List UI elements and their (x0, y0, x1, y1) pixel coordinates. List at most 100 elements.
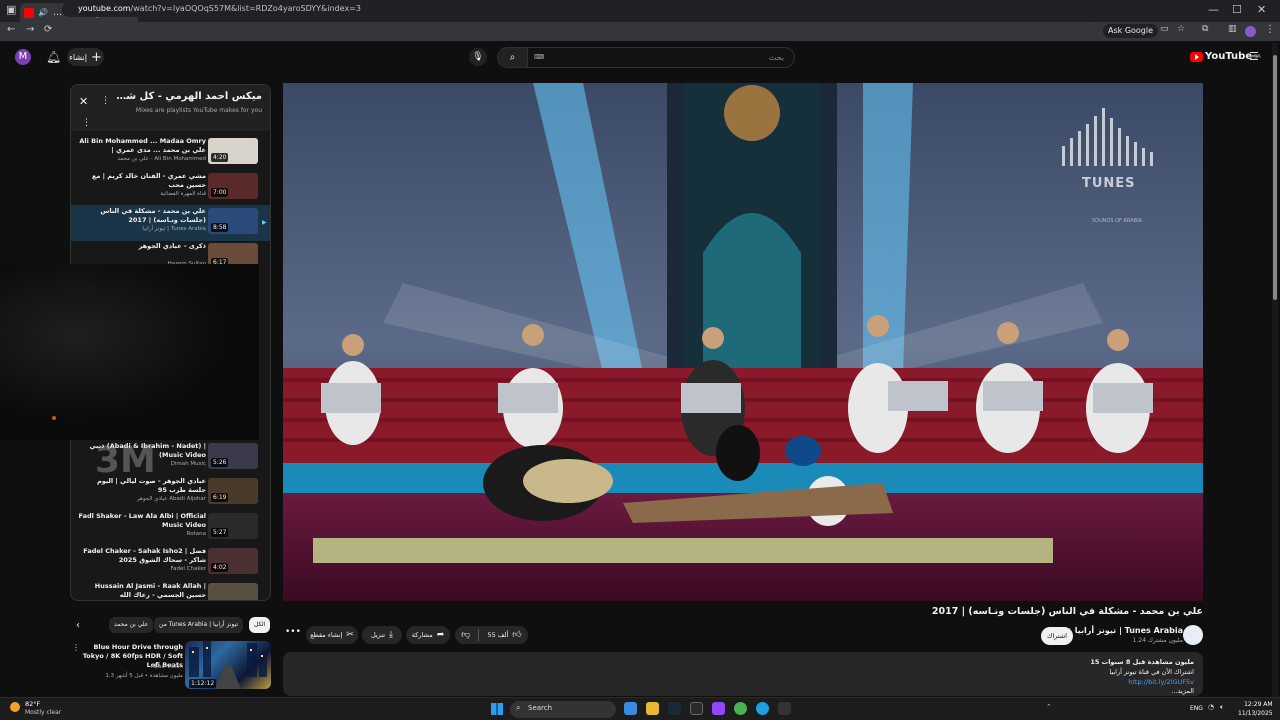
playlist-item-channel: تيونز أرابيا | Tunes Arabia (142, 226, 206, 232)
cast-icon[interactable]: ▭ (1160, 24, 1169, 34)
channel-avatar[interactable] (1183, 625, 1203, 645)
profile-icon[interactable] (1245, 26, 1256, 37)
playlist-item-duration: 4:20 (211, 153, 229, 162)
playlist-item-duration: 4:02 (211, 563, 229, 572)
playlist-title[interactable]: ميكس أحمد الهرمي - كل شيء (112, 91, 262, 102)
weather-temp[interactable]: 82°F (25, 700, 40, 708)
playlist-item[interactable]: Fadel Chaker - Sahak Isho2 | فضل شاكر - … (71, 545, 270, 581)
window-close-icon[interactable]: ✕ (1257, 3, 1266, 16)
tab-menu-icon[interactable]: ▣ (6, 3, 16, 16)
playlist-item-duration: 5:26 (211, 458, 229, 467)
voice-search-mic-icon[interactable]: 🎙︎ (469, 48, 487, 66)
volume-icon[interactable]: 🔈︎ (1220, 703, 1224, 712)
twitch-icon[interactable] (712, 702, 725, 715)
edge-icon[interactable] (756, 702, 769, 715)
subscriber-count: 1.24 مليون مشترك (1132, 637, 1183, 644)
sidebar-icon[interactable]: ▥ (1228, 24, 1237, 34)
forward-icon[interactable]: → (26, 24, 34, 35)
tray-overflow-icon[interactable]: ⌃ (1046, 703, 1052, 711)
taskbar-search-icon: ⌕ (516, 703, 521, 712)
like-icon[interactable]: 👍︎ (512, 630, 521, 640)
playlist-item[interactable]: Fadl Shaker - Law Ala Albi | Official Mu… (71, 510, 270, 546)
chip-all[interactable]: الكل (249, 617, 271, 633)
playlist-item-channel: عبادي الجوهر Abadi Aljohar (136, 496, 206, 502)
ask-google-button[interactable]: Ask Google (1103, 24, 1159, 38)
playlist-more-icon[interactable]: ⋮ (101, 96, 110, 106)
playlist-item-title: مشي عمري - الفنان خالد كريم | مع حسين مح… (91, 172, 206, 189)
description-link[interactable]: http://bit.ly/2lGUF5v (1128, 678, 1194, 686)
playlist-item[interactable]: علي بن محمد - مشكلة في الناس (جلسات ونـا… (71, 205, 270, 241)
recommended-video[interactable]: 1:12:12 Blue Hour Drive through Tokyo / … (70, 641, 271, 693)
playlist-item-thumbnail[interactable] (208, 583, 258, 600)
like-separator (478, 629, 480, 641)
create-label: إنشاء (69, 52, 87, 62)
playlist-subtitle: Mixes are playlists YouTube makes for yo… (135, 107, 262, 114)
chips-next-icon[interactable]: ‹ (76, 620, 80, 631)
windows-taskbar: 82°F Mostly clear ⌕ Search ⌃ ◔ 🔈︎ ENG 12… (0, 697, 1280, 720)
bookmark-star-icon[interactable]: ☆ (1177, 24, 1185, 34)
network-icon[interactable]: ◔ (1208, 703, 1214, 711)
extensions-icon[interactable]: ⧉ (1202, 24, 1208, 34)
youtube-favicon-icon (24, 7, 34, 18)
keyboard-icon[interactable]: ⌨ (534, 53, 544, 61)
taskbar-search[interactable]: ⌕ Search (510, 701, 616, 718)
playlist-item-channel: Rotana (186, 531, 206, 537)
taskbar-search-label: Search (528, 704, 553, 712)
webcam-light (52, 416, 56, 420)
url-field[interactable]: youtube.com/watch?v=lyaOQOqS57M&list=RDZ… (62, 2, 1097, 17)
playlist-item-duration: 6:19 (211, 493, 229, 502)
playlist-item-title: Hussain Al Jasmi - Raak Allah | حسين الج… (94, 582, 206, 599)
maximize-icon[interactable]: ☐ (1232, 3, 1242, 16)
chrome-icon[interactable] (734, 702, 747, 715)
minimize-icon[interactable]: — (1208, 3, 1219, 16)
download-button[interactable]: تنزيل ⤓ (362, 626, 402, 644)
chrome-active-icon[interactable] (690, 702, 703, 715)
playlist-item-duration: 8:58 (211, 223, 229, 232)
more-actions-icon[interactable]: ••• (285, 627, 301, 637)
recommended-more-icon[interactable]: ⋮ (72, 643, 80, 652)
share-button[interactable]: مشاركة ➦ (406, 626, 450, 644)
search-icon[interactable]: ⌕ (498, 48, 528, 67)
like-count[interactable]: 55 ألف (487, 631, 508, 639)
subscribe-button[interactable]: اشتراك (1041, 627, 1073, 645)
playlist-close-icon[interactable]: ✕ (79, 95, 88, 108)
browser-menu-icon[interactable]: ⋮ (1265, 24, 1275, 35)
youtube-play-icon (1190, 51, 1203, 62)
search-box[interactable]: ⌕ ⌨ بحث (497, 47, 795, 68)
file-explorer-icon[interactable] (646, 702, 659, 715)
page-scrollbar[interactable] (1272, 43, 1278, 698)
terminal-icon[interactable] (778, 702, 791, 715)
copilot-icon[interactable] (624, 702, 637, 715)
scrollbar-thumb[interactable] (1273, 55, 1277, 300)
scissors-icon: ✂ (346, 630, 354, 640)
audio-icon[interactable]: 🔊 (38, 8, 48, 17)
playlist-item-channel: علي بن محمد - Ali Bin Mohammed (117, 156, 206, 162)
clip-button[interactable]: إنشاء مقطع ✂ (306, 626, 358, 644)
webcam-feed (0, 264, 259, 440)
playlist-actions-icon[interactable]: ⋮ (82, 118, 91, 128)
description-line: اشتراك الآن في قناة تيونز أرابيا (1109, 668, 1194, 676)
weather-moon-icon[interactable] (10, 702, 20, 712)
playlist-item-title: Fadel Chaker - Sahak Isho2 | فضل شاكر - … (83, 547, 206, 564)
chip-ali-bin-mohammed[interactable]: علي بن محمد (109, 617, 154, 633)
dislike-icon[interactable]: 👎︎ (461, 630, 470, 640)
account-avatar[interactable]: M (15, 49, 31, 65)
recommended-channel[interactable]: Abao Vision (80, 664, 183, 670)
steam-icon[interactable] (668, 702, 681, 715)
language-indicator[interactable]: ENG (1190, 705, 1203, 712)
system-clock[interactable]: 12:29 AM 11/13/2025 (1238, 700, 1273, 718)
chip-from-channel[interactable]: من Tunes Arabia | تيونز أرابيا (154, 617, 244, 633)
channel-name[interactable]: ✓ تيونز أرابيا | Tunes Arabia (1065, 626, 1183, 635)
playlist-item[interactable]: مشي عمري - الفنان خالد كريم | مع حسين مح… (71, 170, 270, 206)
create-button[interactable]: إنشاء + (67, 48, 104, 66)
back-icon[interactable]: ← (7, 24, 15, 35)
guide-menu-icon[interactable]: ☰ (1249, 50, 1259, 63)
windows-start-icon[interactable] (491, 703, 503, 715)
notifications-bell-icon[interactable]: 🔔︎ (46, 50, 61, 64)
reload-icon[interactable]: ⟳ (44, 24, 52, 35)
playlist-item[interactable]: Hussain Al Jasmi - Raak Allah | حسين الج… (71, 580, 270, 600)
description-more[interactable]: ...المزيد (1171, 687, 1194, 695)
description-box[interactable]: 15 مليون مشاهدة قبل 8 سنوات اشتراك الآن … (283, 652, 1203, 696)
channel-name-text: تيونز أرابيا | Tunes Arabia (1074, 626, 1183, 635)
playlist-item[interactable]: Ali Bin Mohammed ... Madaa Omry | علي بن… (71, 135, 270, 171)
